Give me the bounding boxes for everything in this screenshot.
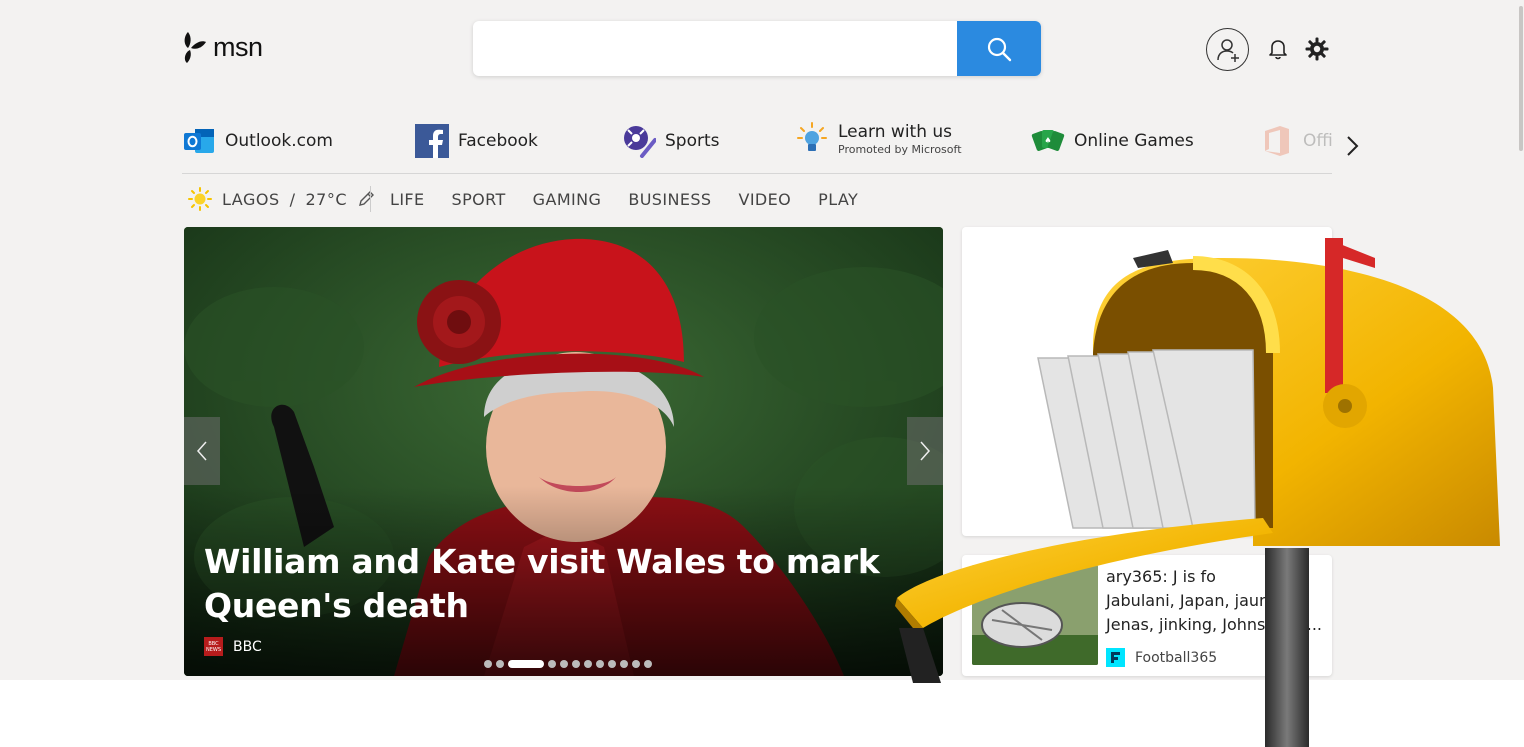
nav-item-sport[interactable]: SPORT bbox=[452, 190, 506, 209]
football365-logo bbox=[1106, 648, 1125, 667]
quicklink-label: Offi bbox=[1303, 131, 1333, 151]
carousel-dot[interactable] bbox=[596, 660, 604, 668]
search-button[interactable] bbox=[957, 21, 1041, 76]
pencil-icon[interactable] bbox=[357, 190, 375, 208]
carousel-dot[interactable] bbox=[584, 660, 592, 668]
quicklink-online-games[interactable]: ♠ Online Games bbox=[1031, 124, 1194, 158]
svg-text:♠: ♠ bbox=[1044, 136, 1051, 145]
msn-logo[interactable]: msn bbox=[182, 30, 263, 64]
hero-headline[interactable]: William and Kate visit Wales to mark Que… bbox=[204, 540, 924, 628]
carousel-dot[interactable] bbox=[572, 660, 580, 668]
news-title-line-2-row: Jenas, jinking, Johnst ... bbox=[1106, 613, 1322, 637]
hero-carousel[interactable]: William and Kate visit Wales to mark Que… bbox=[184, 227, 943, 676]
quicklink-label: Learn with us Promoted by Microsoft bbox=[838, 122, 962, 156]
quicklinks-next-button[interactable] bbox=[1340, 132, 1364, 160]
category-nav: LIFE SPORT GAMING BUSINESS VIDEO PLAY bbox=[390, 186, 858, 212]
chevron-right-icon bbox=[1347, 136, 1359, 156]
carousel-next-button[interactable] bbox=[907, 417, 943, 485]
quicklink-label: Outlook.com bbox=[225, 131, 333, 151]
news-title-line-1: Jabulani, Japan, jaun bbox=[1106, 591, 1270, 610]
hero-source-name: BBC bbox=[233, 638, 262, 655]
carousel-dots[interactable] bbox=[484, 660, 652, 668]
quicklink-facebook[interactable]: Facebook bbox=[415, 124, 538, 158]
learn-sublabel: Promoted by Microsoft bbox=[838, 143, 962, 156]
learn-label: Learn with us bbox=[838, 122, 953, 142]
quicklink-outlook[interactable]: Outlook.com bbox=[182, 124, 333, 158]
quicklink-label: Facebook bbox=[458, 131, 538, 151]
weather-location: LAGOS bbox=[222, 189, 280, 209]
nav-item-play[interactable]: PLAY bbox=[818, 190, 858, 209]
chevron-left-icon bbox=[196, 441, 207, 461]
carousel-dot[interactable] bbox=[496, 660, 504, 668]
news-title-line-2: Jenas, jinking, Johnst bbox=[1106, 615, 1272, 634]
account-button[interactable] bbox=[1206, 28, 1249, 71]
news-source-name: Football365 bbox=[1135, 649, 1218, 666]
news-card[interactable]: ary365: J is fo Jabulani, Japan, jaun Je… bbox=[962, 555, 1332, 676]
news-title: ary365: J is fo Jabulani, Japan, jaun Je… bbox=[1106, 565, 1322, 637]
butterfly-icon bbox=[184, 32, 206, 63]
ad-card[interactable] bbox=[962, 227, 1332, 536]
news-source: Football365 bbox=[1106, 648, 1217, 667]
nav-item-gaming[interactable]: GAMING bbox=[533, 190, 602, 209]
logo-text: msn bbox=[213, 31, 263, 62]
carousel-dot[interactable] bbox=[632, 660, 640, 668]
weather-widget[interactable]: LAGOS / 27°C bbox=[188, 186, 375, 212]
cards-icon: ♠ bbox=[1031, 124, 1065, 158]
add-user-icon bbox=[1216, 38, 1239, 62]
news-title-fragment: ary365: J is fo bbox=[1106, 567, 1216, 586]
quicklink-office[interactable]: Offi bbox=[1260, 124, 1333, 158]
sun-icon bbox=[188, 187, 212, 211]
nav-divider bbox=[370, 186, 371, 212]
carousel-dot[interactable] bbox=[548, 660, 556, 668]
office-icon bbox=[1260, 124, 1294, 158]
quicklink-sports[interactable]: Sports bbox=[622, 124, 720, 158]
page-scrollbar[interactable] bbox=[1518, 0, 1524, 680]
quicklink-label: Sports bbox=[665, 131, 720, 151]
weather-temperature: 27°C bbox=[305, 189, 348, 209]
search-bar bbox=[473, 21, 1041, 76]
facebook-icon bbox=[415, 124, 449, 158]
chevron-right-icon bbox=[920, 441, 931, 461]
nav-item-business[interactable]: BUSINESS bbox=[628, 190, 711, 209]
outlook-icon bbox=[182, 124, 216, 158]
carousel-dot[interactable] bbox=[560, 660, 568, 668]
gear-icon[interactable] bbox=[1305, 37, 1329, 61]
carousel-dot[interactable] bbox=[508, 660, 544, 668]
quicklink-label: Online Games bbox=[1074, 131, 1194, 151]
carousel-prev-button[interactable] bbox=[184, 417, 220, 485]
search-input[interactable] bbox=[473, 21, 957, 76]
carousel-dot[interactable] bbox=[484, 660, 492, 668]
bell-icon[interactable] bbox=[1268, 38, 1288, 60]
news-title-ellipsis: ... bbox=[1306, 615, 1322, 634]
weather-separator: / bbox=[289, 189, 296, 209]
hero-source[interactable]: BBC NEWS BBC bbox=[204, 637, 262, 656]
carousel-dot[interactable] bbox=[644, 660, 652, 668]
carousel-dot[interactable] bbox=[620, 660, 628, 668]
scrollbar-thumb[interactable] bbox=[1519, 6, 1523, 151]
nav-item-video[interactable]: VIDEO bbox=[738, 190, 791, 209]
quicklink-learn[interactable]: Learn with us Promoted by Microsoft bbox=[795, 122, 962, 156]
nav-item-life[interactable]: LIFE bbox=[390, 190, 425, 209]
carousel-dot[interactable] bbox=[608, 660, 616, 668]
lightbulb-icon bbox=[795, 122, 829, 156]
sports-icon bbox=[622, 124, 656, 158]
search-icon bbox=[987, 37, 1012, 61]
news-thumbnail bbox=[972, 565, 1098, 665]
quick-links-bar: Outlook.com Facebook Sports Learn with u… bbox=[182, 120, 1333, 174]
bbc-logo: BBC NEWS bbox=[204, 637, 223, 656]
